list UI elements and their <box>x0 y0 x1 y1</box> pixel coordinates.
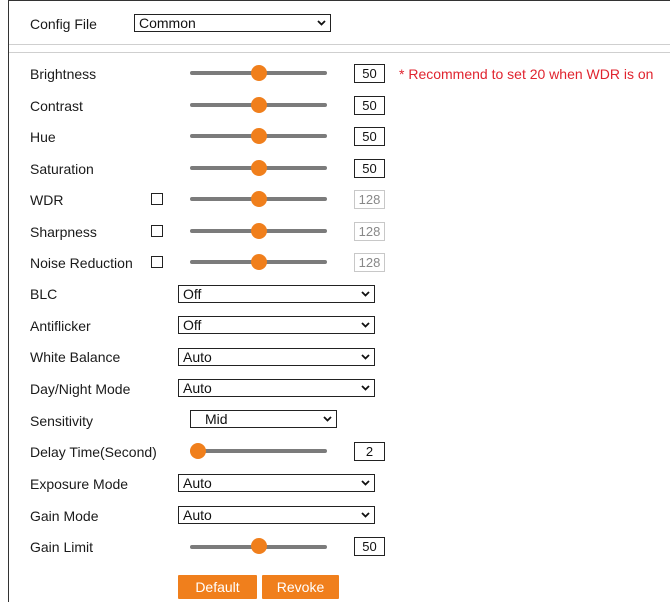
chevron-down-icon <box>361 354 370 360</box>
antiflicker-select[interactable]: Off <box>178 316 375 334</box>
white-balance-value: Auto <box>183 349 212 365</box>
gain-limit-slider-thumb[interactable] <box>250 538 267 554</box>
wdr-slider-thumb[interactable] <box>250 191 267 207</box>
hue-label: Hue <box>30 129 56 145</box>
exposure-mode-label: Exposure Mode <box>30 476 129 492</box>
blc-label: BLC <box>30 286 58 302</box>
blc-select[interactable]: Off <box>178 285 375 303</box>
hue-slider-thumb[interactable] <box>250 128 267 144</box>
config-file-label: Config File <box>30 16 97 32</box>
wdr-label: WDR <box>30 192 64 208</box>
saturation-label: Saturation <box>30 161 94 177</box>
brightness-slider-thumb[interactable] <box>250 65 267 81</box>
saturation-slider-thumb[interactable] <box>250 160 267 176</box>
config-file-value: Common <box>139 15 196 31</box>
day-night-mode-select[interactable]: Auto <box>178 379 375 397</box>
delay-time-slider-thumb[interactable] <box>190 443 206 459</box>
gain-mode-value: Auto <box>183 507 212 523</box>
gain-mode-select[interactable]: Auto <box>178 506 375 524</box>
chevron-down-icon <box>361 385 370 391</box>
wdr-input[interactable]: 128 <box>354 190 385 209</box>
delay-time-label: Delay Time(Second) <box>30 444 157 460</box>
gain-limit-label: Gain Limit <box>30 539 94 555</box>
antiflicker-label: Antiflicker <box>30 318 91 334</box>
chevron-down-icon <box>361 291 370 297</box>
chevron-down-icon <box>361 480 370 486</box>
white-balance-label: White Balance <box>30 349 121 365</box>
sensitivity-select[interactable]: Mid <box>190 410 337 428</box>
hue-input[interactable]: 50 <box>354 127 385 146</box>
antiflicker-value: Off <box>183 317 202 333</box>
day-night-mode-value: Auto <box>183 380 212 396</box>
wdr-recommend-hint: * Recommend to set 20 when WDR is on <box>399 66 654 82</box>
contrast-slider-thumb[interactable] <box>250 97 267 113</box>
contrast-input[interactable]: 50 <box>354 96 385 115</box>
saturation-input[interactable]: 50 <box>354 159 385 178</box>
separator <box>9 52 670 53</box>
config-file-select[interactable]: Common <box>134 14 331 32</box>
revoke-button[interactable]: Revoke <box>262 575 339 599</box>
delay-time-input[interactable]: 2 <box>354 442 385 461</box>
chevron-down-icon <box>323 416 332 422</box>
wdr-checkbox[interactable] <box>151 193 163 205</box>
day-night-mode-label: Day/Night Mode <box>30 381 131 397</box>
chevron-down-icon <box>361 512 370 518</box>
exposure-mode-value: Auto <box>183 475 212 491</box>
chevron-down-icon <box>361 322 370 328</box>
noise-reduction-slider-thumb[interactable] <box>250 254 267 270</box>
default-button[interactable]: Default <box>178 575 257 599</box>
white-balance-select[interactable]: Auto <box>178 348 375 366</box>
gain-mode-label: Gain Mode <box>30 508 99 524</box>
sensitivity-label: Sensitivity <box>30 413 94 429</box>
noise-reduction-label: Noise Reduction <box>30 255 133 271</box>
brightness-label: Brightness <box>30 66 97 82</box>
contrast-label: Contrast <box>30 98 83 114</box>
noise-reduction-checkbox[interactable] <box>151 256 163 268</box>
gain-limit-input[interactable]: 50 <box>354 537 385 556</box>
sensitivity-value: Mid <box>205 411 228 427</box>
noise-reduction-input[interactable]: 128 <box>354 253 385 272</box>
brightness-input[interactable]: 50 <box>354 64 385 83</box>
exposure-mode-select[interactable]: Auto <box>178 474 375 492</box>
blc-value: Off <box>183 286 202 302</box>
sharpness-input[interactable]: 128 <box>354 222 385 241</box>
chevron-down-icon <box>317 20 326 26</box>
sharpness-label: Sharpness <box>30 224 97 240</box>
separator <box>9 44 670 45</box>
sharpness-slider-thumb[interactable] <box>250 223 267 239</box>
delay-time-slider-track[interactable] <box>190 449 327 453</box>
sharpness-checkbox[interactable] <box>151 225 163 237</box>
